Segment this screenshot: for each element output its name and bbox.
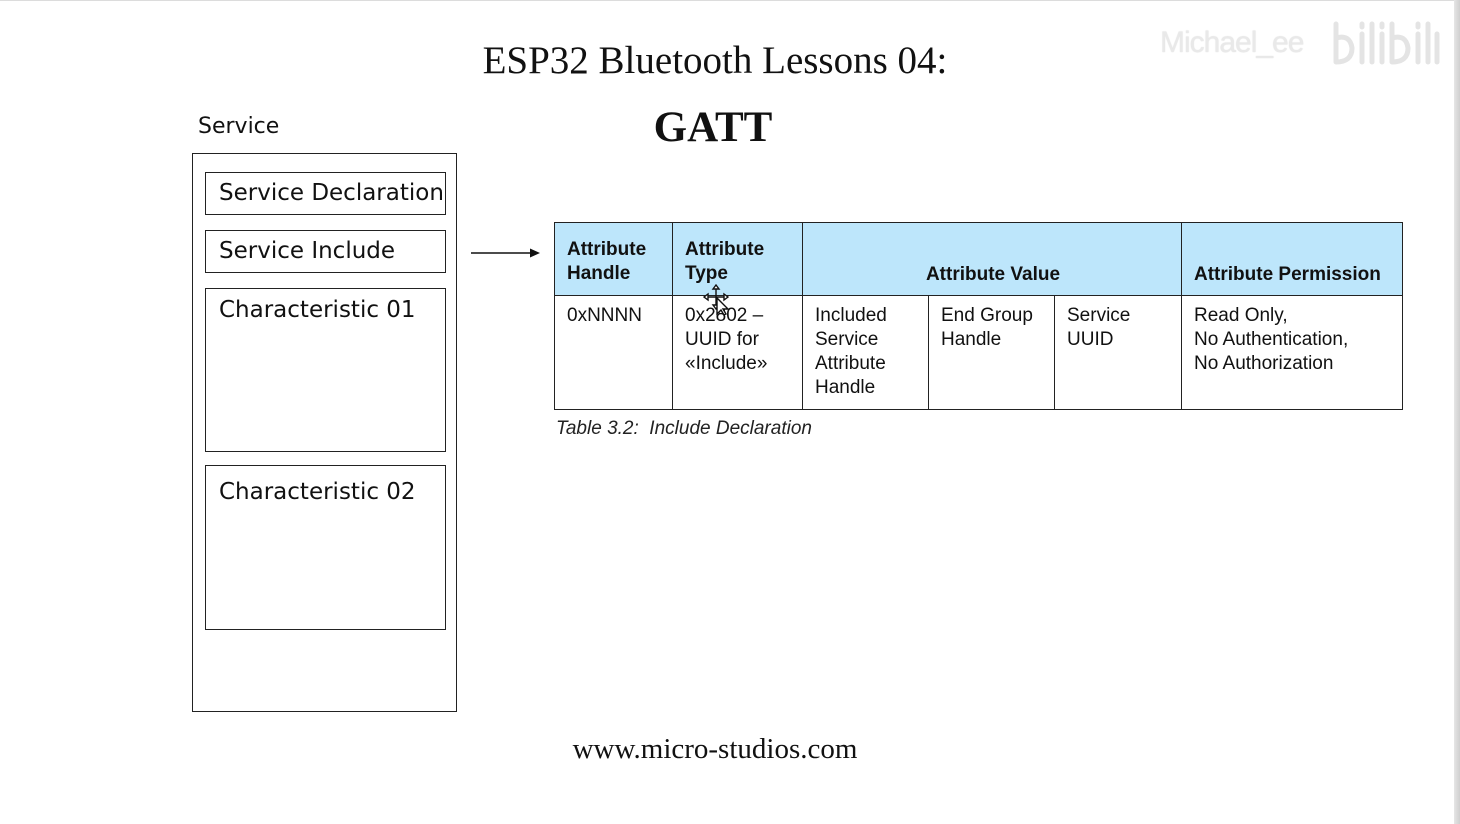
cell-end-group-handle: End Group Handle bbox=[928, 295, 1055, 410]
window-right-edge bbox=[1454, 0, 1460, 824]
table-header-row: Attribute Handle Attribute Type Attribut… bbox=[554, 222, 1403, 296]
characteristic-02-box: Characteristic 02 bbox=[205, 465, 446, 630]
table-row: 0xNNNN 0x2802 – UUID for «Include» Inclu… bbox=[554, 295, 1403, 410]
move-cursor-icon bbox=[703, 284, 730, 316]
header-attribute-handle: Attribute Handle bbox=[554, 222, 673, 296]
include-declaration-table: Attribute Handle Attribute Type Attribut… bbox=[554, 222, 1403, 410]
watermark-text: Michael_ee bbox=[1160, 26, 1304, 59]
header-attribute-value: Attribute Value bbox=[802, 222, 1182, 296]
table-caption: Table 3.2: Include Declaration bbox=[556, 418, 812, 439]
cell-service-uuid: Service UUID bbox=[1054, 295, 1182, 410]
footer-url: www.micro-studios.com bbox=[572, 733, 858, 765]
cell-attribute-type: 0x2802 – UUID for «Include» bbox=[672, 295, 803, 410]
header-attribute-permission: Attribute Permission bbox=[1181, 222, 1403, 296]
right-arrow-icon bbox=[471, 248, 540, 258]
bilibili-logo-icon bbox=[1333, 21, 1440, 65]
service-include-box: Service Include bbox=[205, 230, 446, 273]
cell-included-service-handle: Included Service Attribute Handle bbox=[802, 295, 929, 410]
cell-attribute-handle: 0xNNNN bbox=[554, 295, 673, 410]
service-declaration-box: Service Declaration bbox=[205, 172, 446, 215]
slide-top-edge bbox=[0, 0, 1454, 1]
header-attribute-type: Attribute Type bbox=[672, 222, 803, 296]
service-label: Service bbox=[198, 114, 280, 139]
characteristic-01-box: Characteristic 01 bbox=[205, 288, 446, 452]
cell-attribute-permission: Read Only, No Authentication, No Authori… bbox=[1181, 295, 1403, 410]
